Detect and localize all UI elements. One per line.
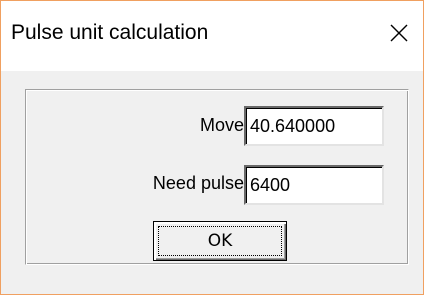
title-bar[interactable]: Pulse unit calculation — [1, 1, 423, 71]
need-pulse-input[interactable] — [244, 165, 384, 205]
move-input[interactable] — [244, 106, 384, 146]
window-title: Pulse unit calculation — [11, 21, 209, 44]
move-label: Move: — [199, 115, 249, 135]
dialog-client-area: Move: Need pulse: OK — [1, 71, 423, 294]
ok-button-label: OK — [207, 231, 233, 251]
dialog-window: Pulse unit calculation Move: Need pulse:… — [0, 0, 424, 295]
ok-button[interactable]: OK — [153, 221, 287, 261]
need-pulse-label: Need pulse: — [152, 173, 249, 193]
close-button[interactable] — [377, 11, 423, 55]
close-icon — [390, 24, 408, 42]
